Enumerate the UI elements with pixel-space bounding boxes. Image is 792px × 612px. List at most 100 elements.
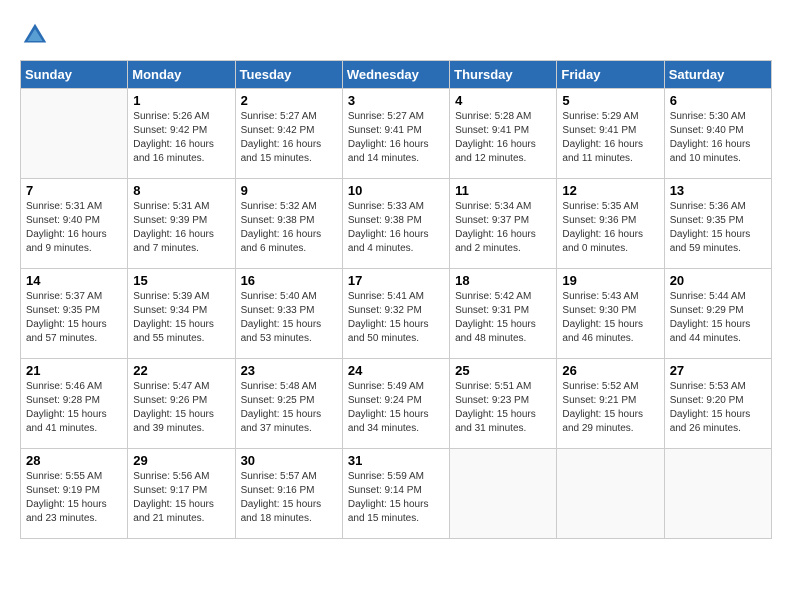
page-header (20, 20, 772, 50)
day-number: 7 (26, 183, 122, 198)
day-number: 2 (241, 93, 337, 108)
day-cell: 29Sunrise: 5:56 AM Sunset: 9:17 PM Dayli… (128, 449, 235, 539)
day-cell: 21 Sunrise: 5:46 AM Sunset: 9:28 PM Dayli… (21, 359, 128, 449)
header-day-saturday: Saturday (664, 61, 771, 89)
day-number: 19 (562, 273, 658, 288)
week-row-3: 14Sunrise: 5:37 AM Sunset: 9:35 PM Dayli… (21, 269, 772, 359)
day-number: 16 (241, 273, 337, 288)
day-cell: 25 Sunrise: 5:51 AM Sunset: 9:23 PM Dayli… (450, 359, 557, 449)
day-info: Sunrise: 5:29 AM Sunset: 9:41 PM Dayligh… (562, 110, 658, 166)
day-number: 9 (241, 183, 337, 198)
day-cell: 27 Sunrise: 5:53 AM Sunset: 9:20 PM Dayli… (664, 359, 771, 449)
day-cell: 8 Sunrise: 5:31 AM Sunset: 9:39 PM Daylig… (128, 179, 235, 269)
day-info: Sunrise: 5:49 AM Sunset: 9:24 PM Dayligh… (348, 380, 444, 436)
day-cell: 26 Sunrise: 5:52 AM Sunset: 9:21 PM Dayli… (557, 359, 664, 449)
week-row-5: 28 Sunrise: 5:55 AM Sunset: 9:19 PM Dayli… (21, 449, 772, 539)
calendar-table: SundayMondayTuesdayWednesdayThursdayFrid… (20, 60, 772, 539)
day-number: 21 (26, 363, 122, 378)
day-number: 29 (133, 453, 229, 468)
day-number: 30 (241, 453, 337, 468)
day-info: Sunrise: 5:40 AM Sunset: 9:33 PM Dayligh… (241, 290, 337, 346)
day-number: 26 (562, 363, 658, 378)
day-number: 17 (348, 273, 444, 288)
day-info: Sunrise: 5:32 AM Sunset: 9:38 PM Dayligh… (241, 200, 337, 256)
logo-icon (20, 20, 50, 50)
day-cell (450, 449, 557, 539)
day-number: 14 (26, 273, 122, 288)
day-info: Sunrise: 5:33 AM Sunset: 9:38 PM Dayligh… (348, 200, 444, 256)
day-number: 13 (670, 183, 766, 198)
day-cell: 30 Sunrise: 5:57 AM Sunset: 9:16 PM Dayli… (235, 449, 342, 539)
day-cell: 23 Sunrise: 5:48 AM Sunset: 9:25 PM Dayli… (235, 359, 342, 449)
header-day-sunday: Sunday (21, 61, 128, 89)
day-info: Sunrise: 5:34 AM Sunset: 9:37 PM Dayligh… (455, 200, 551, 256)
day-info: Sunrise: 5:44 AM Sunset: 9:29 PM Dayligh… (670, 290, 766, 346)
day-number: 1 (133, 93, 229, 108)
day-number: 18 (455, 273, 551, 288)
day-number: 8 (133, 183, 229, 198)
day-info: Sunrise: 5:57 AM Sunset: 9:16 PM Dayligh… (241, 470, 337, 526)
day-cell: 22Sunrise: 5:47 AM Sunset: 9:26 PM Dayli… (128, 359, 235, 449)
day-cell: 5 Sunrise: 5:29 AM Sunset: 9:41 PM Daylig… (557, 89, 664, 179)
day-info: Sunrise: 5:41 AM Sunset: 9:32 PM Dayligh… (348, 290, 444, 346)
day-cell (664, 449, 771, 539)
day-cell: 12 Sunrise: 5:35 AM Sunset: 9:36 PM Dayli… (557, 179, 664, 269)
header-day-wednesday: Wednesday (342, 61, 449, 89)
day-number: 22 (133, 363, 229, 378)
day-cell: 3 Sunrise: 5:27 AM Sunset: 9:41 PM Daylig… (342, 89, 449, 179)
day-info: Sunrise: 5:42 AM Sunset: 9:31 PM Dayligh… (455, 290, 551, 346)
day-info: Sunrise: 5:36 AM Sunset: 9:35 PM Dayligh… (670, 200, 766, 256)
day-info: Sunrise: 5:39 AM Sunset: 9:34 PM Dayligh… (133, 290, 229, 346)
day-number: 27 (670, 363, 766, 378)
day-info: Sunrise: 5:31 AM Sunset: 9:40 PM Dayligh… (26, 200, 122, 256)
day-cell: 14Sunrise: 5:37 AM Sunset: 9:35 PM Dayli… (21, 269, 128, 359)
day-cell: 15 Sunrise: 5:39 AM Sunset: 9:34 PM Dayli… (128, 269, 235, 359)
day-cell: 16 Sunrise: 5:40 AM Sunset: 9:33 PM Dayli… (235, 269, 342, 359)
day-number: 4 (455, 93, 551, 108)
week-row-1: 1 Sunrise: 5:26 AM Sunset: 9:42 PM Daylig… (21, 89, 772, 179)
day-info: Sunrise: 5:48 AM Sunset: 9:25 PM Dayligh… (241, 380, 337, 436)
logo (20, 20, 54, 50)
day-cell: 28 Sunrise: 5:55 AM Sunset: 9:19 PM Dayli… (21, 449, 128, 539)
day-cell: 20Sunrise: 5:44 AM Sunset: 9:29 PM Dayli… (664, 269, 771, 359)
day-info: Sunrise: 5:28 AM Sunset: 9:41 PM Dayligh… (455, 110, 551, 166)
day-number: 3 (348, 93, 444, 108)
day-cell: 9 Sunrise: 5:32 AM Sunset: 9:38 PM Daylig… (235, 179, 342, 269)
day-info: Sunrise: 5:31 AM Sunset: 9:39 PM Dayligh… (133, 200, 229, 256)
day-number: 5 (562, 93, 658, 108)
day-cell: 11Sunrise: 5:34 AM Sunset: 9:37 PM Dayli… (450, 179, 557, 269)
day-number: 23 (241, 363, 337, 378)
day-cell: 10 Sunrise: 5:33 AM Sunset: 9:38 PM Dayli… (342, 179, 449, 269)
day-info: Sunrise: 5:46 AM Sunset: 9:28 PM Dayligh… (26, 380, 122, 436)
day-info: Sunrise: 5:27 AM Sunset: 9:42 PM Dayligh… (241, 110, 337, 166)
day-cell: 17 Sunrise: 5:41 AM Sunset: 9:32 PM Dayli… (342, 269, 449, 359)
day-cell: 18 Sunrise: 5:42 AM Sunset: 9:31 PM Dayli… (450, 269, 557, 359)
day-info: Sunrise: 5:59 AM Sunset: 9:14 PM Dayligh… (348, 470, 444, 526)
day-number: 6 (670, 93, 766, 108)
header-day-monday: Monday (128, 61, 235, 89)
day-number: 25 (455, 363, 551, 378)
day-info: Sunrise: 5:30 AM Sunset: 9:40 PM Dayligh… (670, 110, 766, 166)
day-cell: 6 Sunrise: 5:30 AM Sunset: 9:40 PM Daylig… (664, 89, 771, 179)
day-info: Sunrise: 5:26 AM Sunset: 9:42 PM Dayligh… (133, 110, 229, 166)
day-cell: 19Sunrise: 5:43 AM Sunset: 9:30 PM Dayli… (557, 269, 664, 359)
header-day-tuesday: Tuesday (235, 61, 342, 89)
day-number: 10 (348, 183, 444, 198)
header-day-thursday: Thursday (450, 61, 557, 89)
day-cell: 7 Sunrise: 5:31 AM Sunset: 9:40 PM Daylig… (21, 179, 128, 269)
day-cell: 13 Sunrise: 5:36 AM Sunset: 9:35 PM Dayli… (664, 179, 771, 269)
day-cell (21, 89, 128, 179)
day-info: Sunrise: 5:27 AM Sunset: 9:41 PM Dayligh… (348, 110, 444, 166)
day-number: 15 (133, 273, 229, 288)
day-info: Sunrise: 5:35 AM Sunset: 9:36 PM Dayligh… (562, 200, 658, 256)
day-cell: 31Sunrise: 5:59 AM Sunset: 9:14 PM Dayli… (342, 449, 449, 539)
day-number: 12 (562, 183, 658, 198)
day-cell: 1 Sunrise: 5:26 AM Sunset: 9:42 PM Daylig… (128, 89, 235, 179)
day-info: Sunrise: 5:55 AM Sunset: 9:19 PM Dayligh… (26, 470, 122, 526)
day-info: Sunrise: 5:53 AM Sunset: 9:20 PM Dayligh… (670, 380, 766, 436)
week-row-4: 21 Sunrise: 5:46 AM Sunset: 9:28 PM Dayli… (21, 359, 772, 449)
day-info: Sunrise: 5:51 AM Sunset: 9:23 PM Dayligh… (455, 380, 551, 436)
day-number: 28 (26, 453, 122, 468)
day-info: Sunrise: 5:52 AM Sunset: 9:21 PM Dayligh… (562, 380, 658, 436)
day-cell (557, 449, 664, 539)
